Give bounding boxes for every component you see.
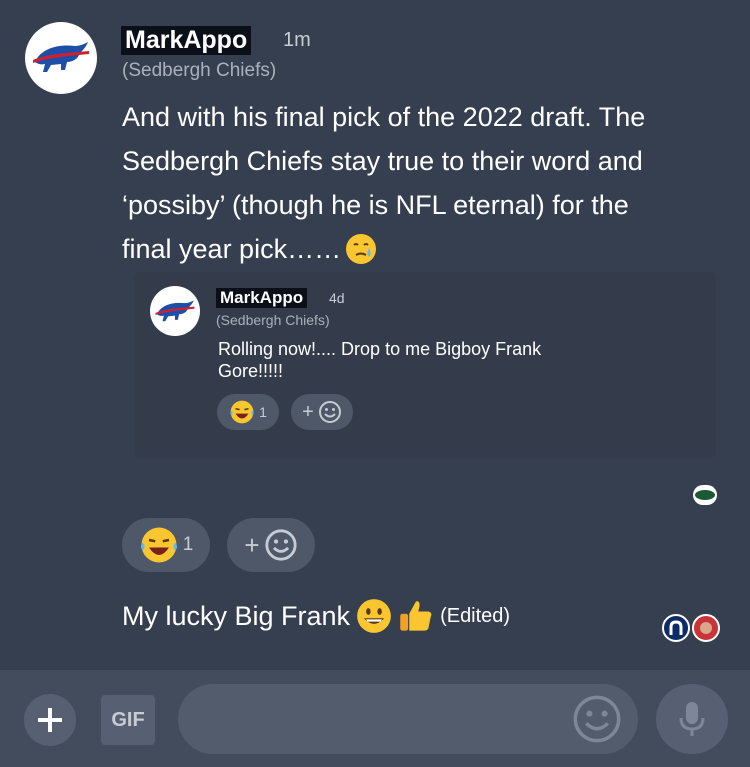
bills-logo-icon bbox=[33, 42, 89, 72]
smiley-icon bbox=[265, 529, 297, 561]
quoted-reaction-count: 1 bbox=[259, 404, 267, 420]
grinning-face-icon bbox=[357, 599, 391, 633]
user-avatar[interactable] bbox=[25, 22, 97, 94]
reply-text: My lucky Big Frank bbox=[122, 600, 351, 631]
read-receipt-avatar[interactable] bbox=[693, 485, 717, 505]
emoji-picker-button[interactable] bbox=[570, 692, 624, 746]
smiley-icon bbox=[318, 401, 341, 423]
jets-logo-icon bbox=[695, 490, 715, 500]
voice-message-button[interactable] bbox=[656, 684, 728, 754]
thumbs-up-icon bbox=[400, 601, 432, 631]
quoted-add-reaction-button[interactable]: + bbox=[291, 394, 353, 430]
timestamp: 1m bbox=[283, 29, 311, 51]
bills-logo-icon bbox=[155, 299, 195, 321]
gif-label: GIF bbox=[111, 708, 145, 731]
quoted-message-text: Rolling now!.... Drop to me Bigboy Frank… bbox=[218, 338, 638, 382]
add-reaction-label: + bbox=[244, 529, 260, 560]
message-line: final year pick…… bbox=[122, 227, 722, 271]
reply-message: My lucky Big Frank (Edited) bbox=[122, 598, 510, 634]
message-line: Sedbergh Chiefs stay true to their word … bbox=[122, 146, 643, 176]
message-line: And with his final pick of the 2022 draf… bbox=[122, 102, 646, 132]
crying-face-icon bbox=[346, 234, 377, 264]
add-reaction-button[interactable]: + bbox=[227, 518, 315, 572]
reaction-count: 1 bbox=[182, 534, 194, 555]
composer-bar: GIF bbox=[0, 670, 750, 767]
horseshoe-icon bbox=[669, 620, 683, 635]
message-text: And with his final pick of the 2022 draf… bbox=[122, 95, 722, 271]
team-name: (Sedbergh Chiefs) bbox=[122, 60, 277, 81]
reaction-laugh[interactable]: 1 bbox=[122, 518, 210, 572]
plus-icon bbox=[38, 708, 62, 732]
message-input[interactable] bbox=[178, 684, 638, 754]
player-face-icon bbox=[700, 622, 712, 634]
quoted-team-name: (Sedbergh Chiefs) bbox=[216, 312, 330, 328]
quoted-avatar[interactable] bbox=[150, 286, 200, 336]
quoted-timestamp: 4d bbox=[329, 290, 345, 306]
tears-of-joy-icon bbox=[140, 527, 177, 563]
quoted-message-line: Rolling now!.... Drop to me Bigboy Frank bbox=[218, 339, 542, 359]
add-attachment-button[interactable] bbox=[24, 694, 76, 746]
microphone-icon bbox=[679, 702, 705, 736]
username[interactable]: MarkAppo bbox=[121, 26, 252, 55]
quoted-reaction-laugh[interactable]: 1 bbox=[217, 394, 279, 430]
smiley-icon bbox=[573, 695, 621, 743]
colts-read-receipt-avatar[interactable] bbox=[662, 614, 690, 642]
message-input-field[interactable] bbox=[198, 700, 562, 738]
message-line: ‘possiby’ (though he is NFL eternal) for… bbox=[122, 190, 629, 220]
player-read-receipt-avatar[interactable] bbox=[692, 614, 720, 642]
message-line-text: final year pick…… bbox=[122, 234, 342, 264]
quoted-message-card[interactable]: MarkAppo 4d (Sedbergh Chiefs) Rolling no… bbox=[134, 272, 716, 458]
edited-label: (Edited) bbox=[440, 604, 511, 627]
quoted-username[interactable]: MarkAppo bbox=[216, 288, 308, 308]
tears-of-joy-icon bbox=[230, 400, 254, 424]
gif-button[interactable]: GIF bbox=[101, 695, 155, 745]
quoted-message-line: Gore!!!!! bbox=[218, 361, 284, 381]
quoted-add-reaction-label: + bbox=[302, 400, 314, 423]
